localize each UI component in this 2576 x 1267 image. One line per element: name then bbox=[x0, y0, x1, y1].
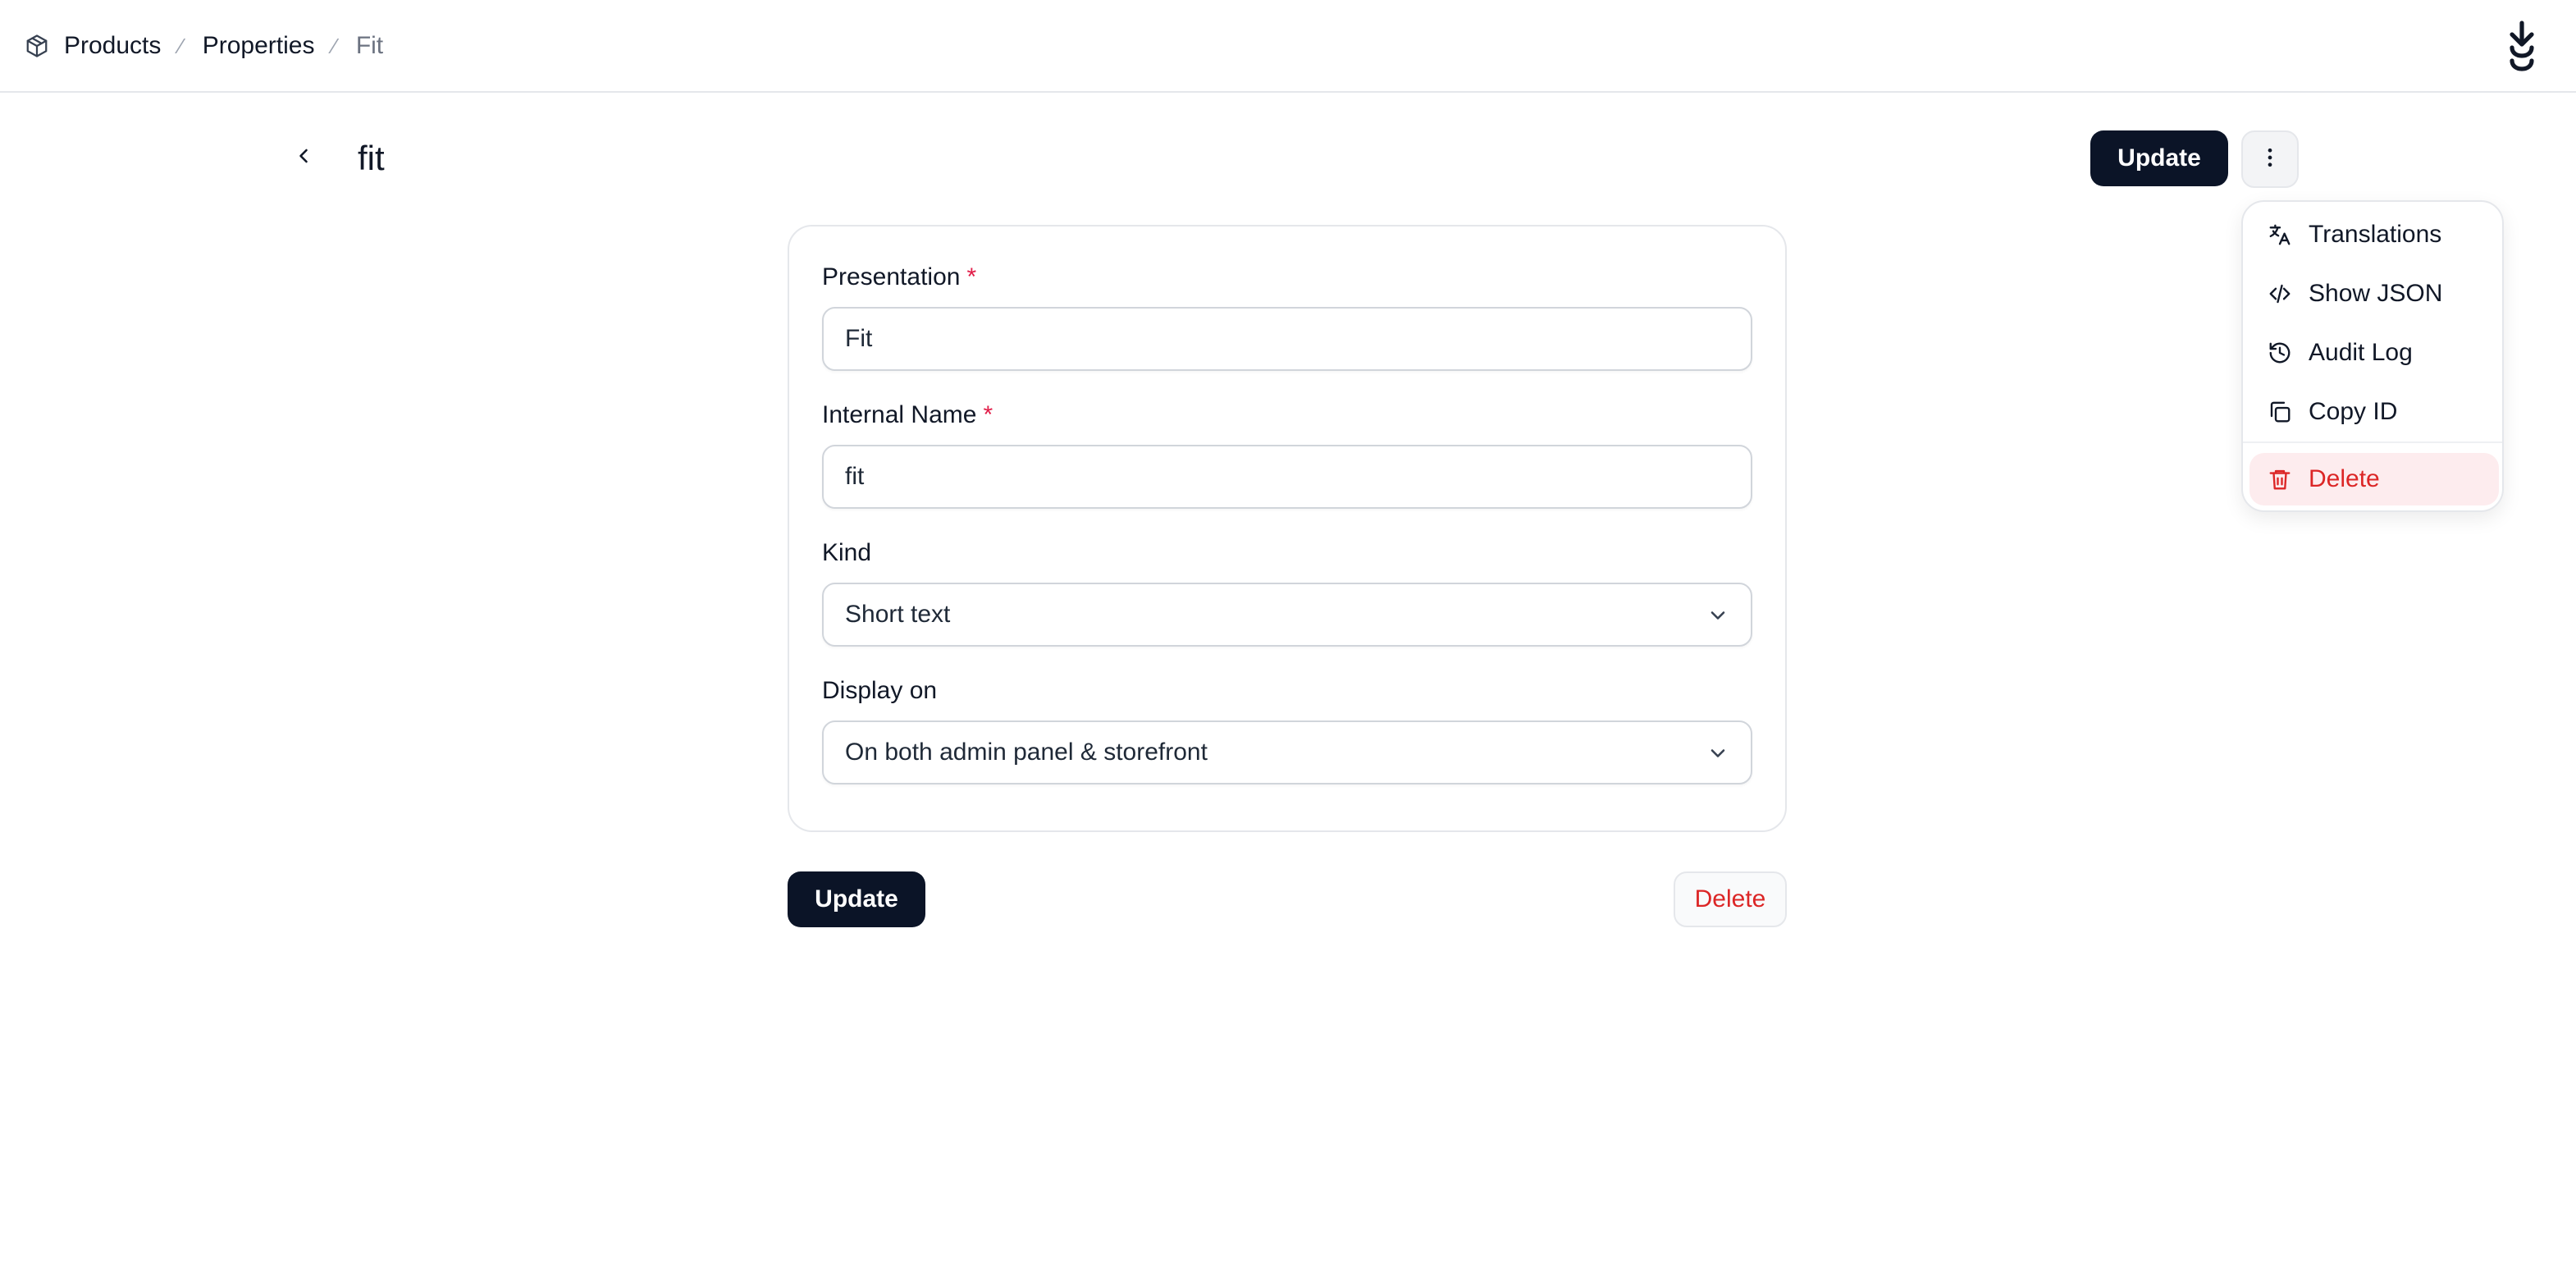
copy-icon bbox=[2268, 400, 2292, 424]
menu-item-label: Translations bbox=[2309, 221, 2442, 248]
menu-item-label: Audit Log bbox=[2309, 339, 2413, 366]
internal-name-label: Internal Name * bbox=[822, 399, 993, 432]
breadcrumb: Products ⁄ Properties ⁄ Fit bbox=[25, 26, 383, 66]
code-icon bbox=[2268, 281, 2292, 306]
package-icon bbox=[25, 34, 49, 58]
menu-item-label: Show JSON bbox=[2309, 280, 2443, 307]
breadcrumb-current: Fit bbox=[355, 32, 384, 59]
history-icon bbox=[2268, 341, 2292, 365]
chevron-left-icon bbox=[292, 144, 315, 172]
display-on-value: On both admin panel & storefront bbox=[845, 739, 1208, 766]
presentation-label-text: Presentation bbox=[822, 263, 961, 290]
menu-item-audit-log[interactable]: Audit Log bbox=[2249, 327, 2499, 379]
update-button[interactable]: Update bbox=[788, 871, 925, 927]
kind-select[interactable]: Short text bbox=[822, 583, 1752, 647]
back-button[interactable] bbox=[284, 138, 323, 177]
breadcrumb-separator: ⁄ bbox=[179, 33, 183, 58]
property-form-card: Presentation * Fit Internal Name * fit Kin… bbox=[788, 225, 1787, 832]
internal-name-value: fit bbox=[845, 463, 865, 490]
brand-logo-icon[interactable] bbox=[2499, 20, 2545, 74]
menu-item-show-json[interactable]: Show JSON bbox=[2249, 268, 2499, 320]
menu-divider bbox=[2243, 441, 2502, 443]
internal-name-label-text: Internal Name bbox=[822, 401, 977, 428]
top-bar: Products ⁄ Properties ⁄ Fit bbox=[0, 0, 2576, 93]
menu-item-label: Copy ID bbox=[2309, 398, 2398, 425]
chevron-down-icon bbox=[1706, 604, 1729, 627]
required-marker: * bbox=[983, 401, 993, 428]
presentation-input[interactable]: Fit bbox=[822, 307, 1752, 371]
presentation-value: Fit bbox=[845, 325, 873, 352]
delete-button[interactable]: Delete bbox=[1674, 871, 1787, 927]
more-actions-button[interactable] bbox=[2241, 130, 2299, 188]
trash-icon bbox=[2268, 467, 2292, 492]
menu-item-copy-id[interactable]: Copy ID bbox=[2249, 386, 2499, 438]
required-marker: * bbox=[966, 263, 977, 290]
kind-value: Short text bbox=[845, 601, 951, 628]
more-actions-menu: Translations Show JSON Audit Log Copy ID bbox=[2241, 200, 2504, 512]
breadcrumb-products-link[interactable]: Products bbox=[64, 32, 161, 60]
menu-item-label: Delete bbox=[2309, 465, 2380, 492]
display-on-label: Display on bbox=[822, 677, 938, 704]
breadcrumb-separator: ⁄ bbox=[332, 33, 336, 58]
kind-label: Kind bbox=[822, 539, 872, 566]
breadcrumb-properties-link[interactable]: Properties bbox=[203, 32, 315, 60]
display-on-select[interactable]: On both admin panel & storefront bbox=[822, 720, 1752, 784]
header-update-button[interactable]: Update bbox=[2090, 130, 2228, 186]
chevron-down-icon bbox=[1706, 742, 1729, 765]
presentation-label: Presentation * bbox=[822, 261, 976, 294]
more-vertical-icon bbox=[2258, 145, 2282, 174]
internal-name-input[interactable]: fit bbox=[822, 445, 1752, 509]
page-title: fit bbox=[358, 139, 385, 177]
translate-icon bbox=[2268, 222, 2292, 247]
menu-item-translations[interactable]: Translations bbox=[2249, 208, 2499, 261]
menu-item-delete[interactable]: Delete bbox=[2249, 453, 2499, 505]
